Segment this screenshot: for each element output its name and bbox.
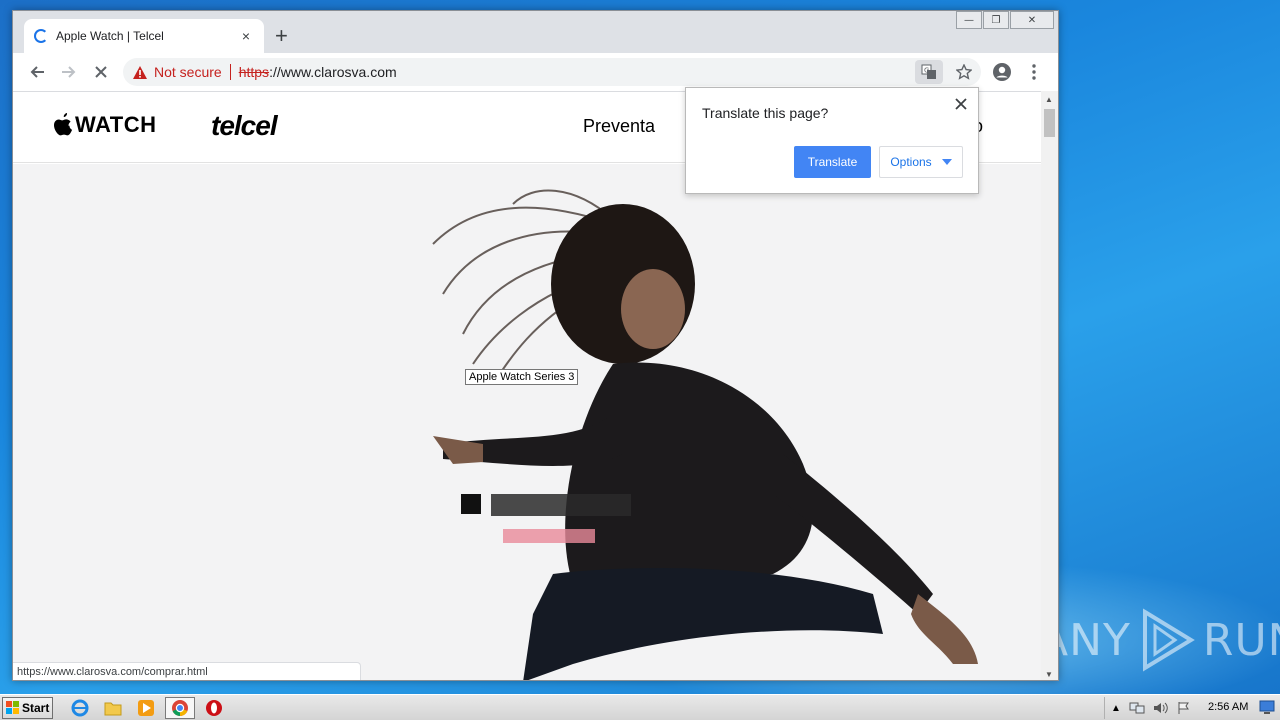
bookmark-star-icon[interactable] xyxy=(953,61,975,83)
translate-dialog: Translate this page? Translate Options xyxy=(685,87,979,194)
tab-close-icon[interactable]: × xyxy=(238,28,254,44)
brand-watch-text: WATCH xyxy=(75,112,157,137)
close-window-button[interactable]: ✕ xyxy=(1010,11,1054,29)
apple-logo-icon xyxy=(54,113,73,136)
internet-explorer-icon[interactable] xyxy=(70,698,90,718)
file-explorer-icon[interactable] xyxy=(103,698,123,718)
status-bubble: https://www.clarosva.com/comprar.html xyxy=(13,662,361,680)
tab-title: Apple Watch | Telcel xyxy=(56,29,164,43)
back-arrow-icon xyxy=(30,66,44,78)
scroll-up-arrow-icon[interactable]: ▲ xyxy=(1045,95,1053,104)
warning-triangle-icon[interactable] xyxy=(133,65,147,79)
stop-button[interactable] xyxy=(89,60,113,84)
not-secure-label[interactable]: Not secure xyxy=(154,64,222,80)
hero-tooltip: Apple Watch Series 3 xyxy=(465,369,579,385)
scroll-down-arrow-icon[interactable]: ▼ xyxy=(1045,670,1053,679)
opera-icon[interactable] xyxy=(204,698,224,718)
close-icon[interactable] xyxy=(953,96,969,112)
tab-strip: Apple Watch | Telcel × + — ❐ ✕ xyxy=(13,11,1058,53)
start-button[interactable]: Start xyxy=(2,697,53,719)
brand-telcel-text: telcel xyxy=(211,110,278,141)
hero-photo xyxy=(432,189,978,680)
watermark-text-right: RUN xyxy=(1202,614,1280,666)
chrome-taskbar-icon[interactable] xyxy=(165,697,195,719)
telcel-logo[interactable]: telcel xyxy=(211,110,278,142)
network-icon[interactable] xyxy=(1129,701,1145,715)
taskbar-clock[interactable]: 2:56 AM xyxy=(1208,701,1248,713)
start-label: Start xyxy=(22,701,50,715)
scroll-thumb[interactable] xyxy=(1044,109,1055,137)
windows-taskbar: Start ▲ 2:56 AM xyxy=(0,694,1280,720)
tab-apple-watch[interactable]: Apple Watch | Telcel × xyxy=(24,19,264,53)
hero-banner[interactable]: Apple Watch Series 3 xyxy=(13,164,1042,680)
system-tray: ▲ xyxy=(1104,697,1191,719)
minimize-button[interactable]: — xyxy=(956,11,982,29)
new-tab-button[interactable]: + xyxy=(275,25,288,47)
forward-button[interactable] xyxy=(57,60,81,84)
show-desktop-icon[interactable] xyxy=(1258,698,1276,716)
window-controls: — ❐ ✕ xyxy=(955,11,1054,29)
menu-button[interactable] xyxy=(1022,60,1046,84)
volume-icon[interactable] xyxy=(1153,701,1169,715)
address-bar[interactable]: Not secure https ://www.clarosva.com G xyxy=(123,58,981,86)
profile-button[interactable] xyxy=(990,60,1014,84)
page-scrollbar[interactable]: ▲ ▼ xyxy=(1041,91,1058,680)
kebab-menu-icon xyxy=(1032,64,1036,80)
loading-spinner-icon xyxy=(34,29,48,43)
tray-expand-icon[interactable]: ▲ xyxy=(1111,703,1121,714)
windows-logo-icon xyxy=(6,701,19,714)
restore-button[interactable]: ❐ xyxy=(983,11,1009,29)
url-scheme: https xyxy=(238,64,270,80)
security-divider xyxy=(229,64,231,80)
options-button[interactable]: Options xyxy=(879,146,963,178)
options-label: Options xyxy=(890,155,932,169)
translate-button[interactable]: Translate xyxy=(794,146,871,178)
translate-icon[interactable]: G xyxy=(915,60,943,84)
svg-text:G: G xyxy=(924,67,929,75)
url-text: ://www.clarosva.com xyxy=(269,64,397,80)
translate-dialog-title: Translate this page? xyxy=(702,105,829,121)
anyrun-watermark: ANY RUN xyxy=(1038,608,1280,672)
media-player-icon[interactable] xyxy=(136,698,156,718)
browser-toolbar: Not secure https ://www.clarosva.com G xyxy=(13,53,1058,91)
play-icon xyxy=(1142,608,1195,672)
account-circle-icon xyxy=(993,63,1011,81)
browser-window: Apple Watch | Telcel × + — ❐ ✕ Not secur… xyxy=(12,10,1059,681)
action-center-flag-icon[interactable] xyxy=(1177,701,1191,715)
chevron-down-icon xyxy=(941,159,952,165)
apple-watch-logo[interactable]: WATCH xyxy=(53,112,157,138)
back-button[interactable] xyxy=(25,60,49,84)
forward-arrow-icon xyxy=(62,66,76,78)
stop-x-icon xyxy=(95,66,107,78)
nav-link-preventa[interactable]: Preventa xyxy=(583,116,655,137)
